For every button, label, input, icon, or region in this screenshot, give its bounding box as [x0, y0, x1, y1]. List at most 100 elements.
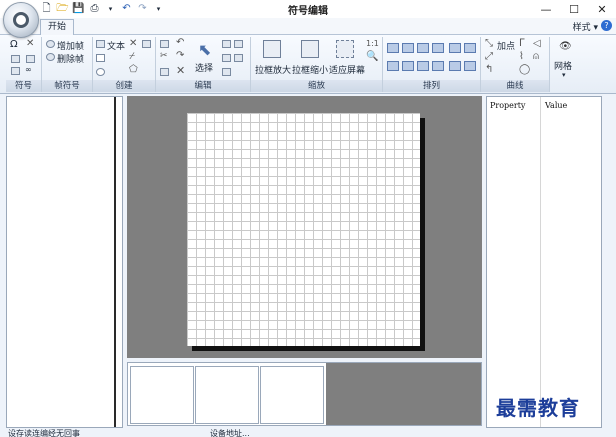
group-objects-icon[interactable]: [222, 40, 231, 48]
cut-icon[interactable]: ✂: [160, 51, 168, 61]
group-label-frame-symbol: 帧符号: [42, 80, 92, 92]
paste-icon[interactable]: [160, 68, 169, 76]
fill-icon[interactable]: ⍝: [533, 51, 539, 62]
move-down-icon[interactable]: [464, 61, 476, 71]
window-title: 符号编辑: [288, 6, 328, 17]
watermark-text: 最需教育: [496, 396, 580, 420]
group-zoom: 拉框放大 拉框缩小 适应屏幕 1:1 🔍 缩放: [251, 37, 383, 92]
curve-tool-icon[interactable]: ᒥ: [519, 38, 525, 49]
maximize-icon[interactable]: ☐: [560, 0, 588, 18]
app-menu-button[interactable]: [3, 2, 39, 38]
status-bar: 设存读连编经无回事 设备地址...: [0, 428, 616, 437]
frame-thumbnails: [127, 362, 482, 426]
minimize-icon[interactable]: —: [532, 0, 560, 18]
align-middle-icon[interactable]: [417, 61, 429, 71]
zoom-box-out-button[interactable]: 拉框缩小: [292, 63, 328, 76]
group-frame-symbol: 增加帧 删除帧 帧符号: [42, 37, 93, 92]
delete-edit-icon[interactable]: ✕: [176, 64, 185, 77]
closed-curve-icon[interactable]: ◯: [519, 64, 530, 75]
image-tool-icon[interactable]: [142, 40, 151, 48]
select-arrow-icon: ⬉: [198, 40, 212, 59]
grid-dropdown-icon[interactable]: ▾: [562, 71, 566, 79]
frame-thumbnail[interactable]: [130, 366, 194, 424]
group-grid: 👁 网格 ▾: [550, 37, 578, 92]
copy-icon[interactable]: [160, 40, 169, 48]
group-symbol: Ω ✕ ∞ 符号: [6, 37, 42, 92]
redo-edit-icon[interactable]: ↷: [176, 50, 184, 61]
drawing-grid-page[interactable]: [187, 113, 420, 346]
align-top-icon[interactable]: [432, 43, 444, 53]
omega-icon[interactable]: Ω: [10, 39, 18, 50]
zoom-magnifier-icon[interactable]: 🔍: [366, 51, 378, 62]
rotate-icon[interactable]: [234, 54, 243, 62]
help-icon[interactable]: ?: [601, 20, 612, 31]
ungroup-objects-icon[interactable]: [234, 40, 243, 48]
zoom-box-in-icon: [263, 40, 281, 58]
align-right-icon[interactable]: [417, 43, 429, 53]
import-icon[interactable]: [11, 67, 20, 75]
distribute-v-icon[interactable]: [402, 61, 414, 71]
line-tool-icon[interactable]: ✕: [129, 38, 137, 49]
group-label-symbol: 符号: [6, 80, 41, 92]
add-point-button[interactable]: 加点: [497, 39, 515, 52]
zoom-box-in-button[interactable]: 拉框放大: [255, 63, 291, 76]
frame-empty-area: [326, 363, 481, 425]
title-bar: 🗋 🗁 💾 ⎙ ▾ ↶ ↷ ▾ 符号编辑 — ☐ ✕: [0, 0, 616, 18]
add-point-icon: ⤡: [485, 38, 493, 49]
frame-thumbnail[interactable]: [260, 366, 324, 424]
canvas-area[interactable]: [127, 96, 482, 358]
move-up-icon[interactable]: [449, 61, 461, 71]
status-left-text: 设存读连编经无回事: [8, 429, 80, 437]
select-button[interactable]: 选择: [195, 61, 213, 74]
align-center-icon[interactable]: [402, 43, 414, 53]
mirror-icon[interactable]: [222, 54, 231, 62]
align-bottom-icon[interactable]: [432, 61, 444, 71]
delete-icon[interactable]: ✕: [26, 38, 34, 49]
actual-size-icon[interactable]: 1:1: [366, 39, 379, 48]
status-right-text: 设备地址...: [210, 429, 250, 437]
distribute-h-icon[interactable]: [387, 61, 399, 71]
window-controls: — ☐ ✕: [532, 0, 616, 18]
frame-thumbnail[interactable]: [195, 366, 259, 424]
style-menu[interactable]: 样式 ▾: [573, 20, 598, 33]
group-edit: ↶ ✂ ↷ ✕ ⬉ 选择 编辑: [156, 37, 251, 92]
delete-frame-icon: [46, 53, 55, 61]
property-panel: Property Value: [486, 96, 602, 428]
ribbon: Ω ✕ ∞ 符号 增加帧 删除帧 帧符号 文本 ✕ ⌿ ⬠ 创建 ↶ ✂ ↷ ✕…: [0, 35, 616, 94]
eye-icon: 👁: [559, 41, 572, 52]
align-left-icon[interactable]: [387, 43, 399, 53]
send-back-icon[interactable]: [464, 43, 476, 53]
group-label-edit: 编辑: [156, 80, 250, 92]
paste-symbol-icon[interactable]: [26, 55, 35, 63]
add-frame-button[interactable]: 增加帧: [57, 39, 84, 52]
bring-front-icon[interactable]: [449, 43, 461, 53]
polygon-tool-icon[interactable]: ⬠: [129, 64, 138, 75]
delete-frame-button[interactable]: 删除帧: [57, 52, 84, 65]
arc-tool-icon[interactable]: ↰: [485, 64, 493, 75]
triangle-tool-icon[interactable]: ◁: [533, 38, 541, 49]
group-create: 文本 ✕ ⌿ ⬠ 创建: [93, 37, 156, 92]
main-workspace: Property Value: [0, 94, 616, 428]
undo-edit-icon[interactable]: ↶: [176, 37, 184, 48]
group-label-arrange: 排列: [383, 80, 480, 92]
binoculars-icon[interactable]: ∞: [25, 65, 32, 74]
bezier-icon[interactable]: ⤢: [485, 51, 493, 62]
close-icon[interactable]: ✕: [588, 0, 616, 18]
node-edit-icon[interactable]: ⌇: [519, 51, 524, 62]
group-arrange: 排列: [383, 37, 481, 92]
tab-start[interactable]: 开始: [40, 19, 74, 35]
value-column-header: Value: [545, 101, 568, 110]
group-label-zoom: 缩放: [251, 80, 382, 92]
fit-screen-icon: [336, 40, 354, 58]
panel-scroll-bar[interactable]: [114, 97, 116, 427]
zoom-box-out-icon: [301, 40, 319, 58]
symbol-list-panel[interactable]: [6, 96, 123, 428]
ellipse-tool-icon[interactable]: [96, 68, 105, 76]
rect-tool-icon[interactable]: [96, 54, 105, 62]
fit-screen-button[interactable]: 适应屏幕: [329, 63, 365, 76]
copy-symbol-icon[interactable]: [11, 55, 20, 63]
text-tool-button[interactable]: 文本: [107, 39, 125, 52]
column-divider: [540, 97, 541, 427]
polyline-tool-icon[interactable]: ⌿: [129, 51, 135, 62]
align-icon[interactable]: [222, 68, 231, 76]
